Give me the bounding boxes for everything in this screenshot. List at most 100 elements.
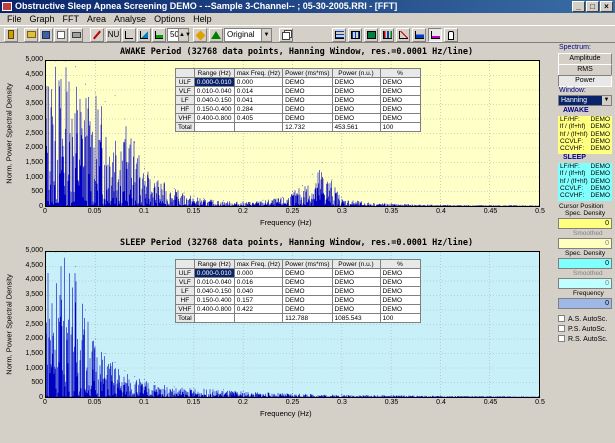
- table-cell: DEMO: [331, 268, 381, 278]
- spinner-arrows-icon[interactable]: ▲▼: [178, 29, 191, 41]
- chart-view-2-icon[interactable]: [348, 28, 362, 42]
- table-cell: 100: [379, 122, 421, 132]
- menu-area[interactable]: Area: [83, 13, 110, 25]
- chart-triangle-icon[interactable]: [209, 28, 223, 42]
- y-tick-label: 4,000: [25, 276, 43, 284]
- cursor-pen-icon[interactable]: [90, 28, 104, 42]
- ratio-value: DEMO: [590, 163, 611, 170]
- ratio-value: DEMO: [590, 184, 611, 192]
- nu-button[interactable]: NU: [106, 28, 121, 42]
- menu-graph[interactable]: Graph: [26, 13, 59, 25]
- table-cell: HF: [175, 295, 195, 305]
- chart-view-4-icon[interactable]: [380, 28, 394, 42]
- chart-view-1-icon[interactable]: [332, 28, 346, 42]
- smoothing-spinner[interactable]: 50 ▲▼: [167, 28, 191, 42]
- ratio-row: CCVLF: DEMO: [560, 138, 612, 145]
- data-point: [223, 200, 224, 202]
- data-point: [282, 196, 284, 198]
- chart-scale-icon[interactable]: [122, 28, 136, 42]
- table-row: ULF 0.000-0.010 0.000 DEMO DEMO DEMO: [175, 77, 421, 87]
- data-point: [193, 387, 195, 389]
- diamond-marker-icon[interactable]: [193, 28, 207, 42]
- table-cell: DEMO: [379, 304, 421, 314]
- minimize-button[interactable]: _: [572, 1, 585, 12]
- chevron-down-icon[interactable]: ▼: [602, 96, 611, 105]
- table-cell: 0.400-0.800: [193, 113, 235, 123]
- view-mode-select[interactable]: Original ▼: [224, 28, 272, 42]
- open-folder-icon[interactable]: [24, 28, 38, 42]
- table-header-cell: Power (n.u.): [331, 68, 381, 78]
- ratio-label: lf / (lf+hf): [560, 123, 586, 131]
- chart-fill-icon[interactable]: [152, 28, 166, 42]
- table-header-cell: [175, 259, 195, 269]
- chart-view-3-icon[interactable]: [364, 28, 378, 42]
- checkbox-icon[interactable]: [558, 335, 565, 342]
- data-point: [292, 393, 293, 394]
- x-tick-label: 0.1: [139, 399, 149, 406]
- ratio-value: DEMO: [590, 145, 611, 153]
- table-cell: DEMO: [282, 268, 333, 278]
- data-point: [154, 176, 155, 178]
- table-cell: VLF: [175, 277, 195, 287]
- table-cell: 0.422: [233, 304, 284, 314]
- maximize-button[interactable]: □: [586, 1, 599, 12]
- chart-view-5-icon[interactable]: [396, 28, 410, 42]
- y-tick-label: 4,500: [25, 70, 43, 78]
- x-tick-label: 0.25: [285, 399, 300, 406]
- ratio-row: CCVLF: DEMO: [560, 185, 612, 192]
- y-tick-label: 2,500: [25, 129, 43, 137]
- table-header-row: Range (Hz) max Freq. (Hz) Power (ms*ms) Pow…: [175, 259, 421, 269]
- x-tick-label: 0.1: [139, 208, 149, 215]
- x-tick-label: 0: [43, 208, 47, 215]
- data-point: [242, 201, 244, 203]
- print-icon[interactable]: [69, 28, 83, 42]
- table-cell: 0.000: [233, 268, 284, 278]
- chart-zoom-icon[interactable]: [137, 28, 151, 42]
- x-axis-label: Frequency (Hz): [260, 218, 312, 227]
- awake-spec-density-value: 0: [558, 218, 612, 229]
- cursor-hand-icon[interactable]: [444, 28, 458, 42]
- table-cell: DEMO: [379, 113, 421, 123]
- as-autoscale-checkbox[interactable]: A.S. AutoSc.: [558, 315, 607, 323]
- data-point: [104, 101, 106, 102]
- rs-autoscale-checkbox[interactable]: R.S. AutoSc.: [558, 335, 608, 343]
- ratio-value: DEMO: [590, 123, 611, 131]
- table-cell: 0.150-0.400: [193, 104, 235, 114]
- table-cell: DEMO: [282, 295, 333, 305]
- window-select[interactable]: Hanning ▼: [558, 95, 612, 106]
- print-preview-icon[interactable]: [54, 28, 68, 42]
- sleep-chart: SLEEP Period (32768 data points, Hanning…: [0, 235, 553, 421]
- ps-autoscale-checkbox[interactable]: P.S. AutoSc.: [558, 325, 606, 333]
- chart-view-7-icon[interactable]: [428, 28, 442, 42]
- table-cell: 100: [379, 313, 421, 323]
- menu-help[interactable]: Help: [189, 13, 216, 25]
- sleep-smoothed-value: 0: [558, 278, 612, 289]
- close-button[interactable]: ×: [600, 1, 613, 12]
- menu-fft[interactable]: FFT: [59, 13, 84, 25]
- data-point: [173, 386, 175, 388]
- save-icon[interactable]: [39, 28, 53, 42]
- copy-icon[interactable]: [279, 28, 293, 42]
- y-tick-label: 3,000: [25, 114, 43, 122]
- checkbox-icon[interactable]: [558, 325, 565, 332]
- y-tick-label: 5,000: [25, 247, 43, 254]
- menu-options[interactable]: Options: [150, 13, 189, 25]
- x-tick-label: 0.15: [186, 208, 201, 215]
- table-cell: VLF: [175, 86, 195, 96]
- chevron-down-icon[interactable]: ▼: [261, 29, 271, 41]
- y-tick-label: 0: [39, 394, 43, 401]
- table-cell: DEMO: [331, 277, 381, 287]
- checkbox-icon[interactable]: [558, 315, 565, 322]
- table-cell: DEMO: [379, 95, 421, 105]
- table-cell: DEMO: [282, 104, 333, 114]
- table-cell: DEMO: [379, 104, 421, 114]
- menu-file[interactable]: File: [3, 13, 26, 25]
- power-button[interactable]: Power: [558, 75, 612, 87]
- table-cell: 0.010-0.040: [193, 277, 235, 287]
- menu-bar: File Graph FFT Area Analyse Options Help: [0, 13, 615, 25]
- table-cell: 0.405: [233, 113, 284, 123]
- chart-view-6-icon[interactable]: [412, 28, 426, 42]
- exit-door-icon[interactable]: [4, 28, 18, 42]
- chart-title: SLEEP Period (32768 data points, Hanning…: [120, 238, 474, 248]
- menu-analyse[interactable]: Analyse: [110, 13, 150, 25]
